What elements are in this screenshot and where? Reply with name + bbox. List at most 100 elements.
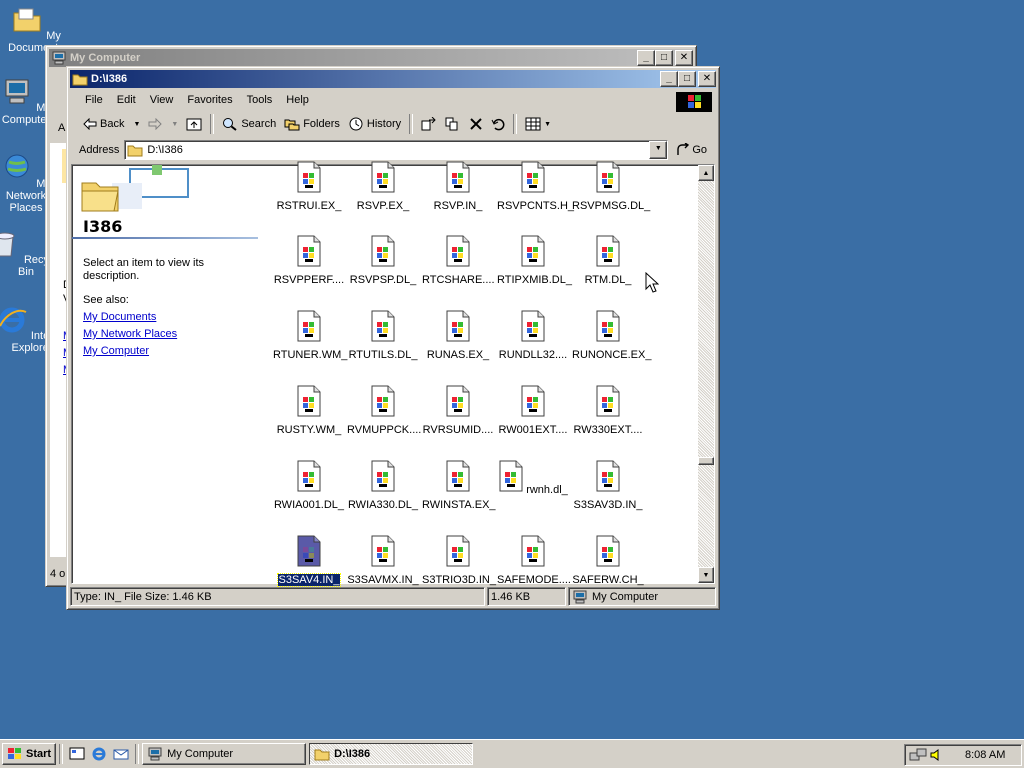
- address-label: Address: [79, 144, 120, 156]
- history-button[interactable]: History: [344, 113, 405, 135]
- file-item[interactable]: RW330EXT....: [571, 385, 645, 439]
- delete-x-icon: [470, 118, 482, 130]
- network-tray-icon[interactable]: [909, 747, 927, 763]
- internet-explorer-icon[interactable]: [90, 746, 108, 762]
- file-item[interactable]: RSVPPERF....: [272, 235, 346, 289]
- file-item[interactable]: RSVP.IN_: [421, 161, 495, 215]
- file-item[interactable]: RVRSUMID....: [421, 385, 495, 439]
- close-button[interactable]: ✕: [675, 50, 693, 66]
- back-button[interactable]: Back ▼: [71, 113, 144, 135]
- file-item[interactable]: RUNAS.EX_: [421, 310, 495, 364]
- toolbar-separator: [409, 114, 414, 134]
- file-item[interactable]: RTCSHARE....: [421, 235, 495, 289]
- outlook-express-icon[interactable]: [112, 746, 130, 762]
- undo-icon: [491, 118, 505, 131]
- task-my-computer[interactable]: My Computer: [142, 743, 307, 765]
- address-bar: Address D:\I386 ▼ Go: [71, 138, 715, 162]
- chevron-down-icon: ▼: [544, 120, 552, 128]
- explorer-window[interactable]: D:\I386 _ □ ✕ File Edit View Favorites T…: [66, 66, 720, 610]
- setup-file-icon: [371, 535, 395, 567]
- vertical-scrollbar[interactable]: ▲ ▼: [698, 165, 714, 583]
- show-desktop-icon[interactable]: [68, 746, 86, 762]
- undo-button[interactable]: [487, 113, 509, 135]
- file-name: S3TRIO3D.IN_: [422, 574, 496, 586]
- copy-to-button[interactable]: [441, 113, 465, 135]
- file-item[interactable]: RW001EXT....: [496, 385, 570, 439]
- file-item[interactable]: RSTRUI.EX_: [272, 161, 346, 215]
- file-item[interactable]: RSVP.EX_: [346, 161, 420, 215]
- scroll-up-button[interactable]: ▲: [698, 165, 714, 181]
- close-button[interactable]: ✕: [698, 71, 716, 87]
- maximize-button[interactable]: □: [655, 50, 673, 66]
- setup-file-icon: [371, 310, 395, 342]
- file-name: S3SAVMX.IN_: [347, 574, 419, 586]
- file-item[interactable]: SAFERW.CH_: [571, 535, 645, 589]
- link-my-network-places[interactable]: My Network Places: [83, 328, 177, 340]
- forward-arrow-icon: [148, 118, 163, 130]
- recycle-bin-icon: [0, 232, 15, 257]
- address-dropdown-button[interactable]: ▼: [649, 141, 668, 159]
- folder-banner-icon: [81, 165, 189, 212]
- menu-view[interactable]: View: [143, 94, 181, 106]
- status-size: 1.46 KB: [487, 587, 566, 606]
- setup-file-icon: [297, 460, 321, 492]
- file-item[interactable]: RSVPMSG.DL_: [571, 161, 650, 215]
- maximize-button[interactable]: □: [678, 71, 696, 87]
- up-folder-button[interactable]: [182, 113, 206, 135]
- folders-button[interactable]: Folders: [280, 113, 344, 135]
- address-input[interactable]: D:\I386 ▼: [124, 140, 669, 160]
- file-item[interactable]: S3TRIO3D.IN_: [421, 535, 496, 589]
- menu-tools[interactable]: Tools: [240, 94, 280, 106]
- arrow-up-icon: ▲: [702, 169, 710, 177]
- file-item[interactable]: S3SAVMX.IN_: [346, 535, 420, 589]
- link-my-computer[interactable]: My Computer: [83, 345, 149, 357]
- file-item[interactable]: rwnh.dl_: [496, 460, 570, 499]
- file-name: RSVPCNTS.H_: [497, 200, 575, 212]
- scroll-down-button[interactable]: ▼: [698, 567, 714, 583]
- setup-file-icon: [297, 385, 321, 417]
- file-item[interactable]: RSVPSP.DL_: [346, 235, 420, 289]
- file-item[interactable]: RSVPCNTS.H_: [496, 161, 574, 215]
- delete-button[interactable]: [465, 113, 487, 135]
- forward-button[interactable]: ▼: [144, 113, 182, 135]
- views-button[interactable]: ▼: [521, 113, 555, 135]
- explorer-titlebar[interactable]: D:\I386 _ □ ✕: [70, 70, 716, 88]
- file-item[interactable]: S3SAV4.IN_: [272, 535, 346, 589]
- clock: 8:08 AM: [965, 749, 1006, 761]
- link-my-documents[interactable]: My Documents: [83, 311, 156, 323]
- start-button[interactable]: Start: [2, 743, 57, 765]
- go-button[interactable]: Go: [668, 143, 715, 157]
- file-item[interactable]: RTM.DL_: [571, 235, 645, 289]
- file-item[interactable]: RVMUPPCK....: [346, 385, 421, 439]
- file-item[interactable]: RTUNER.WM_: [272, 310, 347, 364]
- pane-divider: [72, 237, 258, 239]
- file-item[interactable]: RWINSTA.EX_: [421, 460, 496, 514]
- menu-edit[interactable]: Edit: [110, 94, 143, 106]
- file-item[interactable]: S3SAV3D.IN_: [571, 460, 645, 514]
- search-button[interactable]: Search: [218, 113, 280, 135]
- file-name: RSTRUI.EX_: [276, 200, 342, 212]
- minimize-button[interactable]: _: [637, 50, 655, 66]
- my-computer-titlebar[interactable]: My Computer _ □ ✕: [49, 49, 693, 67]
- file-name: RUNAS.EX_: [426, 349, 490, 361]
- file-item[interactable]: RTUTILS.DL_: [346, 310, 420, 364]
- menu-file[interactable]: File: [71, 94, 110, 106]
- scroll-thumb[interactable]: [698, 457, 714, 465]
- setup-file-icon: [499, 460, 523, 492]
- minimize-button[interactable]: _: [660, 71, 678, 87]
- menu-help[interactable]: Help: [279, 94, 316, 106]
- file-item[interactable]: RWIA330.DL_: [346, 460, 420, 514]
- move-to-button[interactable]: [417, 113, 441, 135]
- volume-tray-icon[interactable]: [929, 747, 945, 763]
- file-name: RWIA001.DL_: [273, 499, 345, 511]
- menu-favorites[interactable]: Favorites: [180, 94, 239, 106]
- task-d-i386[interactable]: D:\I386: [309, 743, 474, 765]
- file-item[interactable]: RWIA001.DL_: [272, 460, 346, 514]
- file-item[interactable]: RTIPXMIB.DL_: [496, 235, 572, 289]
- file-item[interactable]: RUNONCE.EX_: [571, 310, 651, 364]
- file-item[interactable]: RUSTY.WM_: [272, 385, 346, 439]
- setup-file-icon: [446, 161, 470, 193]
- file-item[interactable]: SAFEMODE....: [496, 535, 571, 589]
- file-name: RUSTY.WM_: [276, 424, 342, 436]
- file-item[interactable]: RUNDLL32....: [496, 310, 570, 364]
